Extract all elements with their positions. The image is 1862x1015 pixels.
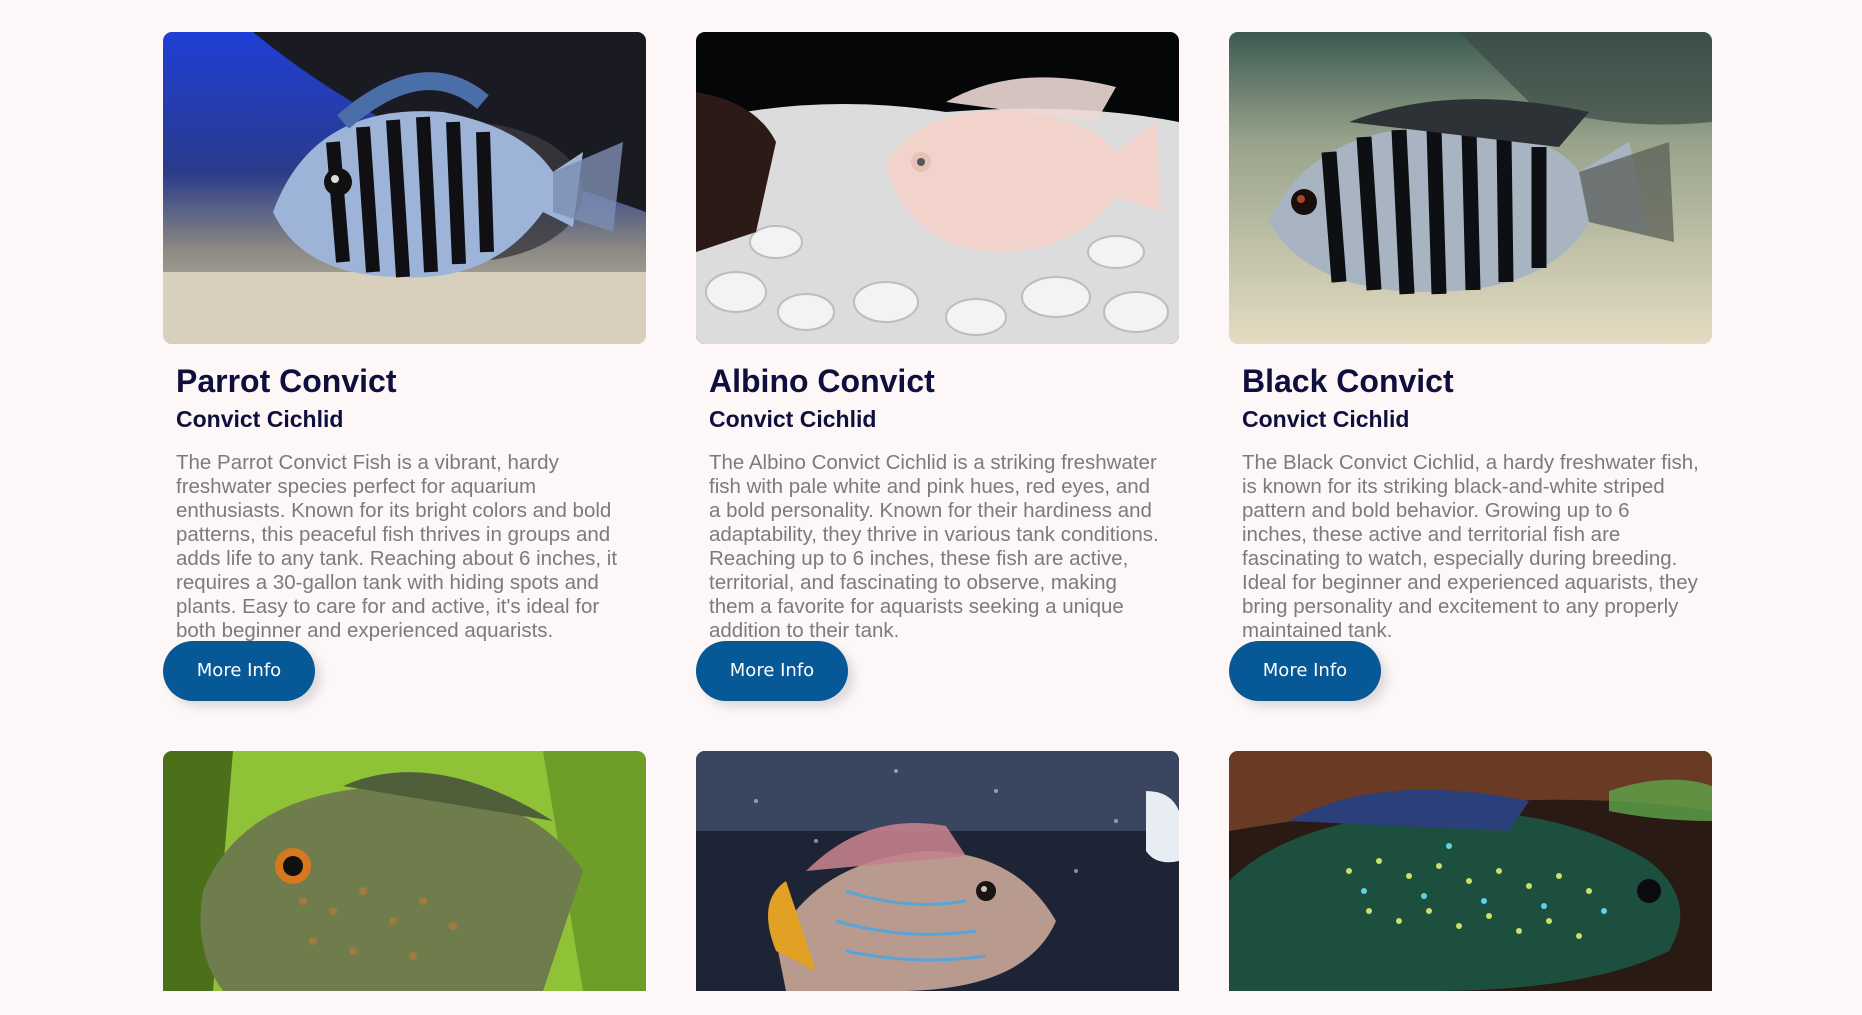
- fish-subtitle: Convict Cichlid: [1242, 406, 1410, 433]
- fish-description: The Black Convict Cichlid, a hardy fresh…: [1242, 450, 1699, 642]
- fish-card-jewel-cichlid: [1229, 750, 1712, 991]
- fish-card-blue-cichlid: [696, 750, 1179, 991]
- fish-card-parrot-convict: Parrot Convict Convict Cichlid The Parro…: [163, 32, 646, 701]
- fish-card-green-cichlid: [163, 750, 646, 991]
- fish-photo-jewel-cichlid: [1229, 750, 1712, 991]
- fish-title: Parrot Convict: [176, 363, 397, 399]
- more-info-button[interactable]: More Info: [1229, 640, 1381, 701]
- fish-subtitle: Convict Cichlid: [176, 406, 344, 433]
- fish-card-albino-convict: Albino Convict Convict Cichlid The Albin…: [696, 32, 1179, 701]
- fish-photo-parrot-convict: [163, 32, 646, 344]
- fish-photo-black-convict: [1229, 32, 1712, 344]
- fish-description: The Albino Convict Cichlid is a striking…: [709, 450, 1159, 642]
- fish-photo-albino-convict: [696, 32, 1179, 344]
- fish-description: The Parrot Convict Fish is a vibrant, ha…: [176, 450, 618, 642]
- more-info-button[interactable]: More Info: [163, 640, 315, 701]
- fish-card-black-convict: Black Convict Convict Cichlid The Black …: [1229, 32, 1712, 701]
- more-info-button[interactable]: More Info: [696, 640, 848, 701]
- fish-title: Black Convict: [1242, 363, 1454, 399]
- fish-title: Albino Convict: [709, 363, 935, 399]
- fish-photo-green-cichlid: [163, 750, 646, 991]
- fish-subtitle: Convict Cichlid: [709, 406, 877, 433]
- fish-photo-blue-cichlid: [696, 750, 1179, 991]
- fish-card-grid: Parrot Convict Convict Cichlid The Parro…: [163, 32, 1713, 991]
